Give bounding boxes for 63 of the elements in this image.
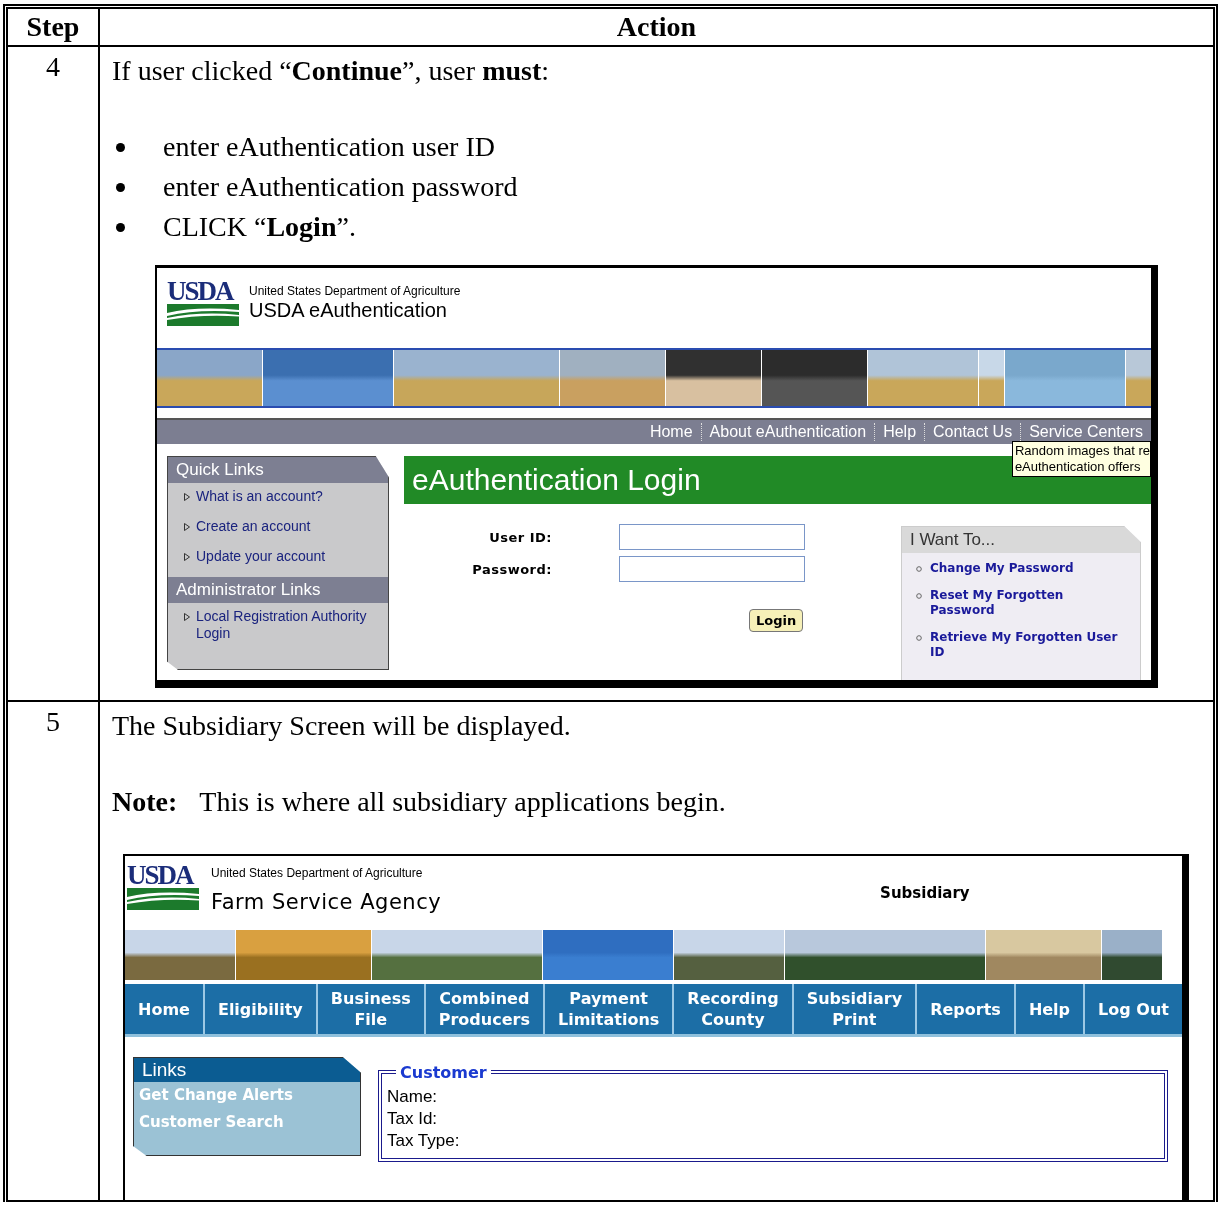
- logo-text: USDA: [127, 862, 193, 888]
- nav-link[interactable]: About eAuthentication: [700, 423, 875, 441]
- panel-heading: Links: [134, 1058, 360, 1082]
- nav-tab[interactable]: Reports: [915, 984, 1014, 1034]
- panel-heading: Quick Links: [168, 457, 388, 483]
- bullet-text: enter eAuthentication user ID: [163, 130, 495, 164]
- triangle-bullet-icon: [184, 613, 190, 621]
- note-label: Note:: [112, 785, 178, 819]
- panel-heading: Administrator Links: [168, 577, 388, 603]
- input-field[interactable]: [619, 524, 805, 550]
- triangle-bullet-icon: [184, 553, 190, 561]
- triangle-bullet-icon: [184, 493, 190, 501]
- bullet-icon: [116, 182, 125, 192]
- circle-bullet-icon: [916, 635, 922, 641]
- bullet-icon: [116, 142, 125, 152]
- login-button[interactable]: Login: [749, 609, 804, 632]
- column-header: Action: [100, 9, 1213, 47]
- site-title: Farm Service Agency: [211, 889, 442, 914]
- logo-text: USDA: [167, 278, 233, 304]
- option-link[interactable]: Retrieve My Forgotten User ID: [930, 630, 1130, 660]
- nav-link[interactable]: Help: [874, 423, 925, 441]
- panel-heading: I Want To...: [902, 527, 1140, 553]
- field-label: Name:: [387, 1086, 439, 1108]
- nav-link[interactable]: Home: [641, 423, 701, 441]
- field-label: User ID:: [488, 529, 553, 545]
- step-number: 5: [46, 706, 60, 737]
- option-link[interactable]: Change My Password: [930, 561, 1074, 576]
- nav-tab[interactable]: Log Out: [1083, 984, 1182, 1034]
- quick-link[interactable]: Update your account: [196, 548, 326, 565]
- option-link[interactable]: Reset My Forgotten Password: [930, 588, 1130, 618]
- triangle-bullet-icon: [184, 523, 190, 531]
- usda-swoosh-icon: [127, 888, 199, 910]
- nav-tab[interactable]: Combined Producers: [423, 984, 543, 1034]
- agency-name: United States Department of Agriculture: [249, 283, 461, 298]
- bullet-text: CLICK “Login”.: [163, 210, 356, 244]
- quick-link[interactable]: What is an account?: [196, 488, 323, 505]
- nav-tab[interactable]: Subsidiary Print: [791, 984, 916, 1034]
- bullet-text: enter eAuthentication password: [163, 170, 518, 204]
- column-header: Step: [8, 9, 100, 47]
- input-field[interactable]: [619, 556, 805, 582]
- field-label: Tax Type:: [387, 1130, 461, 1152]
- site-title: USDA eAuthentication: [249, 298, 448, 322]
- bullet-icon: [116, 222, 125, 232]
- note-text: This is where all subsidiary applications begin.: [199, 785, 726, 819]
- nav-tab[interactable]: Help: [1013, 984, 1084, 1034]
- step-number: 4: [46, 51, 60, 82]
- quick-link[interactable]: Create an account: [196, 518, 311, 535]
- tooltip: Random images that re eAuthentication offers: [1011, 441, 1151, 477]
- agency-name: United States Department of Agriculture: [211, 865, 424, 880]
- field-label: Password:: [471, 561, 553, 577]
- nav-tab[interactable]: Recording County: [672, 984, 792, 1034]
- nav-tab[interactable]: Business File: [315, 984, 424, 1034]
- page-label: Subsidiary: [880, 884, 970, 904]
- circle-bullet-icon: [916, 566, 922, 572]
- instruction-text: The Subsidiary Screen will be displayed.: [112, 709, 572, 743]
- field-label: Tax Id:: [387, 1108, 439, 1130]
- quick-link[interactable]: Local Registration Authority Login: [196, 608, 378, 642]
- nav-tab[interactable]: Payment Limitations: [542, 984, 673, 1034]
- usda-swoosh-icon: [167, 304, 239, 326]
- instruction-text: If user clicked “Continue”, user must:: [112, 54, 551, 88]
- nav-tab[interactable]: Eligibility: [202, 984, 316, 1034]
- circle-bullet-icon: [916, 593, 922, 599]
- nav-tab[interactable]: Home: [125, 984, 203, 1034]
